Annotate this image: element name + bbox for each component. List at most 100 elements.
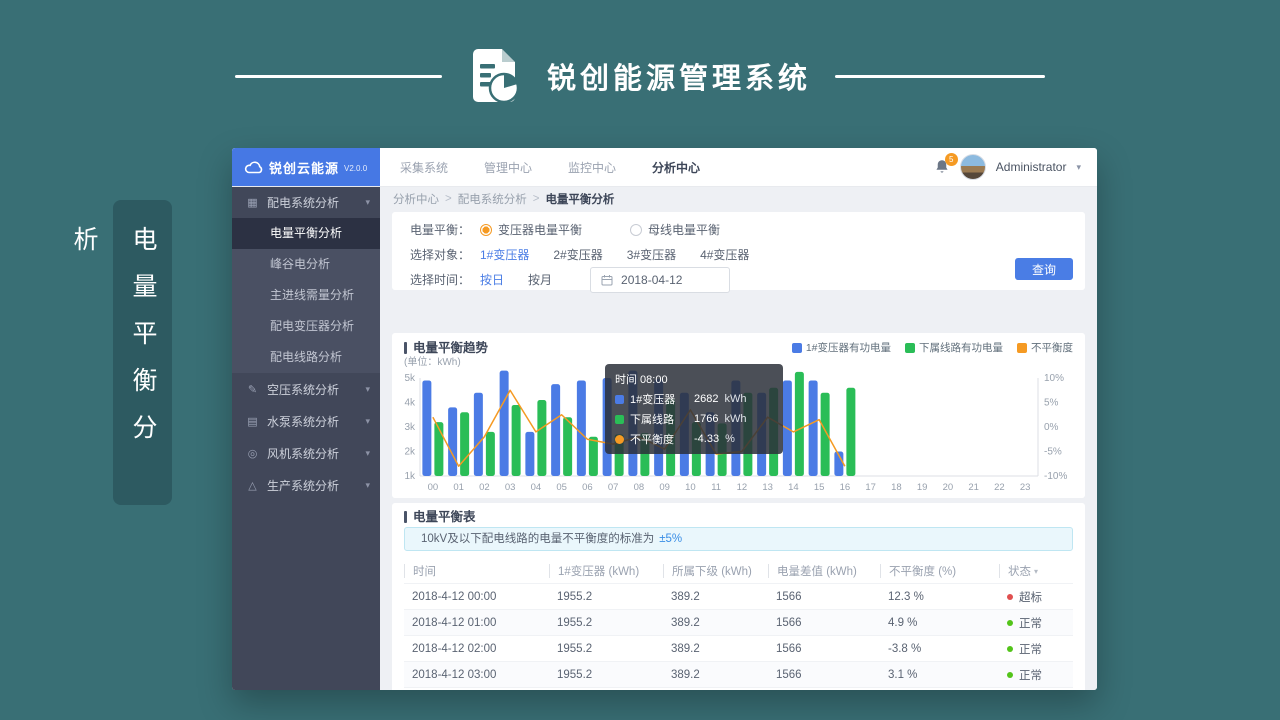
legend-label: 1#变压器有功电量 [806,340,891,355]
cell-subordinate: 389.2 [663,643,768,655]
sidebar-group[interactable]: ◎风机系统分析▾ [232,437,380,469]
sidebar-item[interactable]: 电量平衡分析 [232,218,380,249]
cell-subordinate: 389.2 [663,591,768,603]
tooltip-label: 下属线路 [630,411,688,427]
sidebar-item[interactable]: 配电线路分析 [232,342,380,373]
chart-panel: 电量平衡趋势 1#变压器有功电量下属线路有功电量不平衡度 (单位：kWh) 5k… [392,333,1085,498]
cell-transformer: 1955.2 [549,617,663,629]
production-icon: △ [246,479,259,492]
svg-text:15: 15 [814,482,825,493]
sidebar-item[interactable]: 峰谷电分析 [232,249,380,280]
object-option[interactable]: 4#变压器 [700,246,749,263]
app-name: 锐创云能源 [269,158,339,177]
svg-text:4k: 4k [404,398,416,409]
chart-title-wrap: 电量平衡趋势 [404,341,488,355]
svg-text:17: 17 [865,482,876,493]
date-value: 2018-04-12 [621,273,682,287]
app-logo[interactable]: 锐创云能源 V2.0.0 [232,148,380,186]
object-row: 选择对象： 1#变压器2#变压器3#变压器4#变压器 [410,242,1085,267]
table-header-cell: 电量差值 (kWh) [768,564,880,578]
object-option[interactable]: 2#变压器 [553,246,602,263]
cell-transformer: 1955.2 [549,643,663,655]
nav-item[interactable]: 监控中心 [568,159,616,176]
status-dot [1007,620,1013,626]
breadcrumb-item[interactable]: 分析中心 [393,191,439,207]
svg-text:21: 21 [968,482,979,493]
fan-icon: ◎ [246,447,259,460]
svg-text:5k: 5k [404,373,416,384]
title-accent-bar [404,511,407,523]
svg-text:20: 20 [943,482,954,493]
nav-item[interactable]: 采集系统 [400,159,448,176]
app-version: V2.0.0 [344,164,367,173]
cell-transformer: 1955.2 [549,669,663,681]
sidebar-group[interactable]: ✎空压系统分析▾ [232,373,380,405]
sidebar-item[interactable]: 主进线需量分析 [232,280,380,311]
svg-text:3k: 3k [404,422,416,433]
avatar[interactable] [960,154,986,180]
cell-difference: 1566 [768,617,880,629]
breadcrumb-separator: > [445,193,452,205]
svg-text:19: 19 [917,482,928,493]
chevron-down-icon[interactable]: ▾ [1076,162,1081,173]
column-label: 所属下级 (kWh) [672,563,752,579]
column-label: 1#变压器 (kWh) [558,563,639,579]
svg-text:10: 10 [685,482,696,493]
legend-item[interactable]: 不平衡度 [1017,340,1073,355]
breadcrumb-separator: > [533,193,540,205]
svg-text:16: 16 [840,482,851,493]
column-label: 状态 [1008,563,1031,579]
svg-text:1k: 1k [404,471,416,482]
user-area: 5 Administrator ▾ [934,154,1097,180]
sidebar-group[interactable]: ▤水泵系统分析▾ [232,405,380,437]
svg-text:-10%: -10% [1044,471,1067,482]
breadcrumb-item[interactable]: 配电系统分析 [458,191,527,207]
cell-unbalance: 4.9 % [880,617,999,629]
edit-icon: ✎ [246,383,259,396]
table-header-cell[interactable]: 状态▾ [999,564,1073,578]
chevron-down-icon: ▾ [365,197,370,208]
legend-item[interactable]: 下属线路有功电量 [905,340,1003,355]
object-option[interactable]: 3#变压器 [627,246,676,263]
time-mode-option[interactable]: 按月 [528,271,552,288]
legend-item[interactable]: 1#变压器有功电量 [792,340,891,355]
table-header-cell: 所属下级 (kWh) [663,564,768,578]
svg-text:09: 09 [659,482,670,493]
sidebar-group[interactable]: ▦配电系统分析▾ [232,186,380,218]
cell-difference: 1566 [768,669,880,681]
user-name[interactable]: Administrator [996,160,1067,174]
cell-time: 2018-4-12 00:00 [404,591,549,603]
tooltip-label: 不平衡度 [630,431,688,447]
nav-item[interactable]: 分析中心 [652,159,700,176]
time-mode-option[interactable]: 按日 [480,271,504,288]
notice-text: 10kV及以下配电线路的电量不平衡度的标准为 [421,533,654,545]
cell-unbalance: -3.8 % [880,643,999,655]
chevron-down-icon: ▾ [365,448,370,459]
column-label: 电量差值 (kWh) [777,563,857,579]
date-input[interactable]: 2018-04-12 [590,267,730,293]
cell-status: 正常 [999,641,1073,657]
radio-label: 母线电量平衡 [648,221,720,238]
sidebar-item[interactable]: 配电变压器分析 [232,311,380,342]
chart-panel-head: 电量平衡趋势 1#变压器有功电量下属线路有功电量不平衡度 [392,333,1085,355]
nav-item[interactable]: 管理中心 [484,159,532,176]
object-option[interactable]: 1#变压器 [480,246,529,263]
sidebar-group[interactable]: △生产系统分析▾ [232,469,380,501]
svg-text:5%: 5% [1044,398,1059,409]
sidebar-group-label: 空压系统分析 [267,381,357,398]
radio-option[interactable]: 变压器电量平衡 [480,221,582,238]
query-button[interactable]: 查询 [1015,258,1073,280]
table-row: 2018-4-12 03:001955.2389.215663.1 %正常 [404,661,1073,687]
balance-row: 电量平衡： 变压器电量平衡母线电量平衡 [410,217,1085,242]
legend-marker [905,343,915,353]
notification-bell[interactable]: 5 [934,159,950,176]
radio-option[interactable]: 母线电量平衡 [630,221,720,238]
table-panel: 电量平衡表 10kV及以下配电线路的电量不平衡度的标准为±5% 时间1#变压器 … [392,503,1085,690]
table-row: 2018-4-12 00:001955.2389.2156612.3 %超标 [404,583,1073,609]
table-title-wrap: 电量平衡表 [404,510,476,524]
svg-text:14: 14 [788,482,799,493]
cell-subordinate: 389.2 [663,669,768,681]
svg-text:13: 13 [762,482,773,493]
status-label: 正常 [1019,670,1042,682]
app-topbar: 锐创云能源 V2.0.0 采集系统 管理中心 监控中心 分析中心 5 Administ… [232,148,1097,187]
